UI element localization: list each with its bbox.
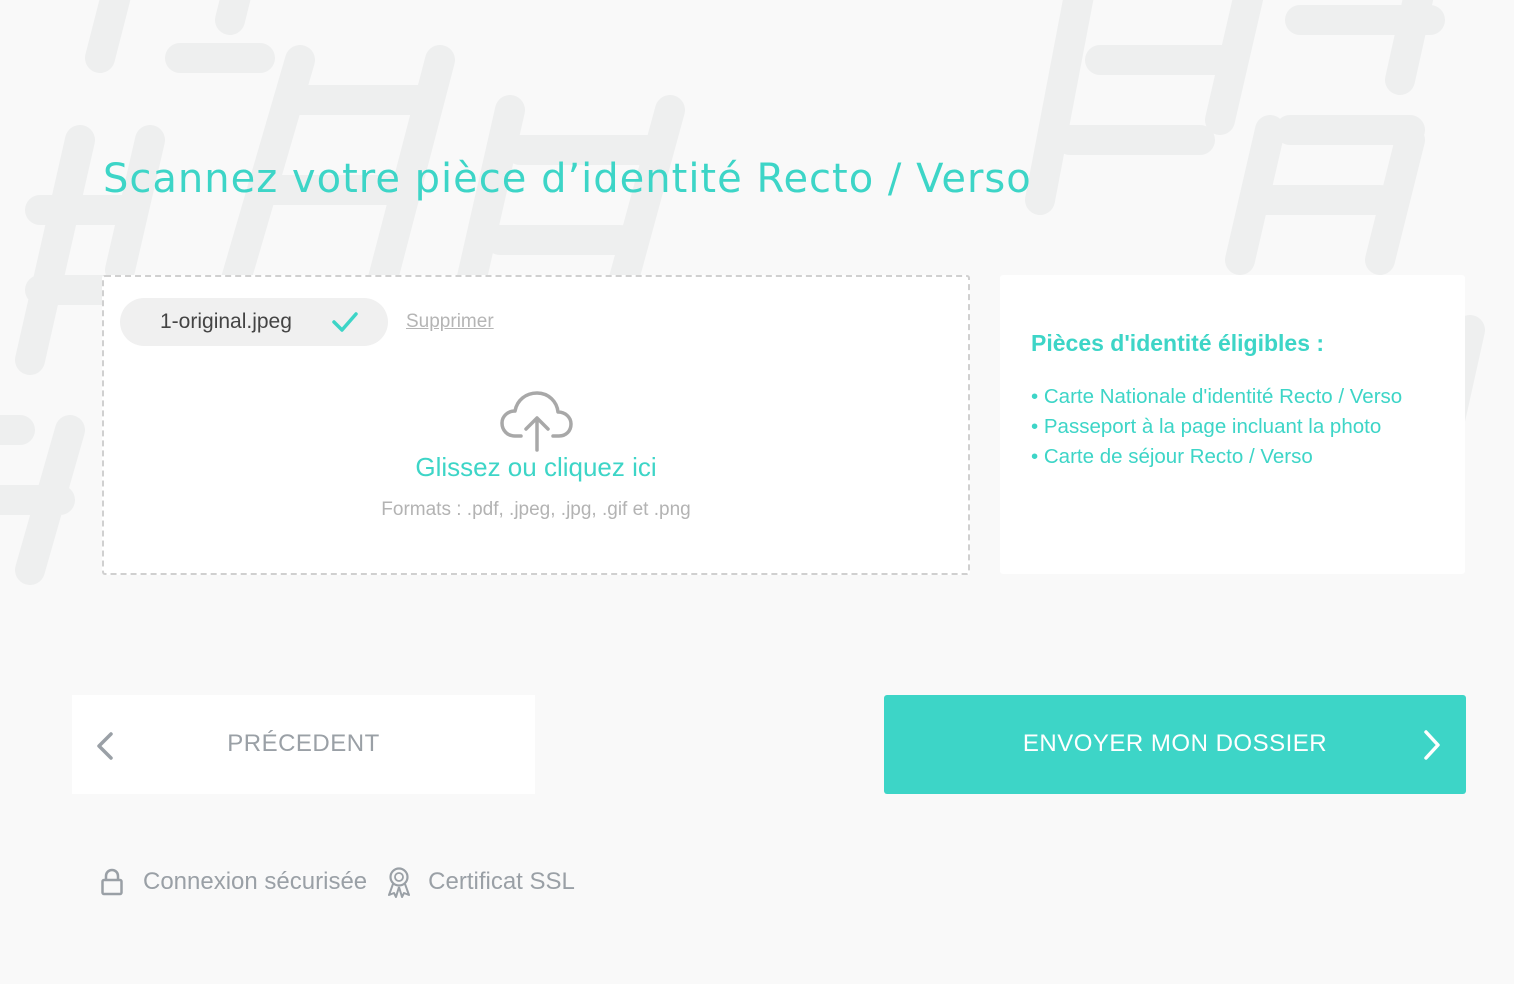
send-dossier-button[interactable]: ENVOYER MON DOSSIER	[884, 695, 1466, 794]
previous-button-label: PRÉCEDENT	[227, 730, 380, 757]
security-footer: Connexion sécurisée Certificat SSL	[100, 864, 575, 900]
eligible-document-item: • Carte de séjour Recto / Verso	[1031, 445, 1313, 468]
lock-icon	[101, 868, 123, 896]
uploaded-file-chip: 1-original.jpeg	[120, 298, 388, 346]
file-dropzone[interactable]: 1-original.jpeg Supprimer Glissez ou cli…	[102, 275, 970, 575]
certificate-icon	[388, 867, 411, 898]
eligible-documents-panel: Pièces d'identité éligibles : • Carte Na…	[1000, 275, 1465, 574]
send-dossier-label: ENVOYER MON DOSSIER	[1022, 730, 1328, 757]
eligible-documents-list: • Carte Nationale d'identité Recto / Ver…	[1031, 382, 1402, 472]
page-title: Scannez votre pièce d’identité Recto / V…	[103, 156, 1032, 202]
eligible-document-item: • Carte Nationale d'identité Recto / Ver…	[1031, 385, 1403, 408]
previous-button[interactable]: PRÉCEDENT	[72, 695, 535, 794]
eligible-documents-title: Pièces d'identité éligibles :	[1031, 330, 1325, 356]
secure-connection-label: Connexion sécurisée	[143, 868, 368, 895]
dropzone-label: Glissez ou cliquez ici	[415, 452, 657, 482]
chevron-right-icon	[1424, 730, 1440, 760]
ssl-certificate-label: Certificat SSL	[428, 868, 575, 895]
check-icon	[332, 312, 358, 332]
eligible-document-item: • Passeport à la page incluant la photo	[1031, 415, 1382, 438]
accepted-formats: Formats : .pdf, .jpeg, .jpg, .gif et .pn…	[381, 499, 691, 520]
uploaded-file-name: 1-original.jpeg	[160, 310, 292, 333]
cloud-upload-icon	[500, 391, 573, 452]
delete-file-link[interactable]: Supprimer	[406, 311, 494, 333]
